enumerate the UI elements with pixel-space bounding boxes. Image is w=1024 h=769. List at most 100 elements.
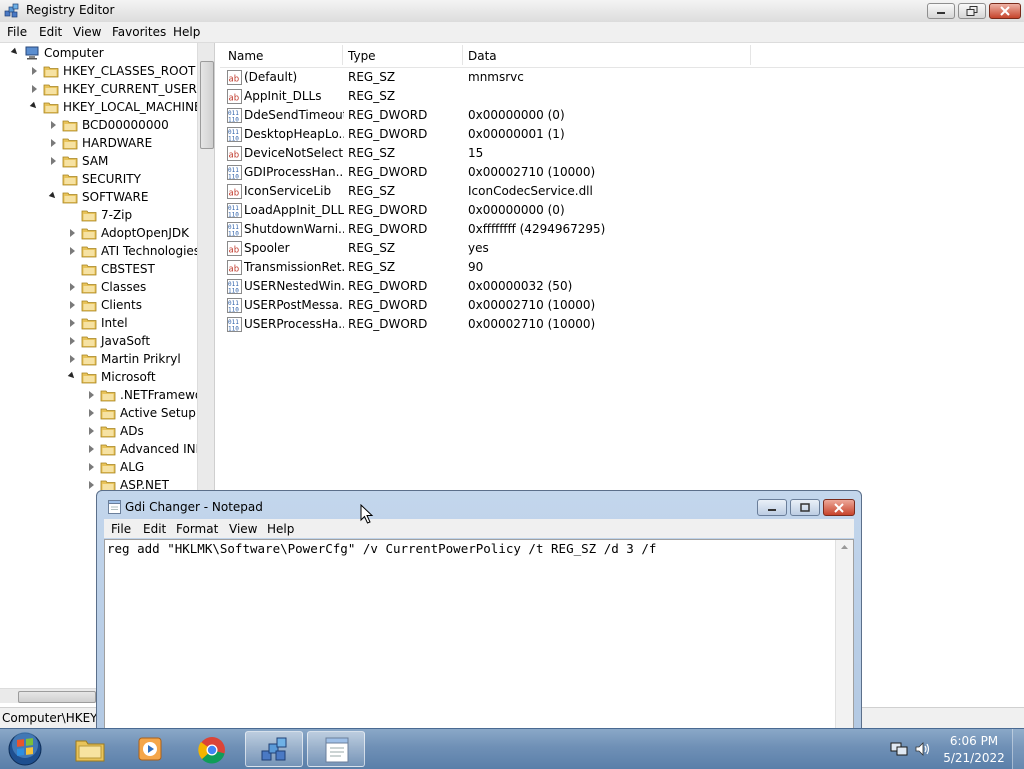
tree-item-label: SOFTWARE — [82, 190, 149, 204]
column-name[interactable]: Name — [228, 49, 263, 63]
column-type[interactable]: Type — [348, 49, 376, 63]
notepad-task-button[interactable] — [307, 731, 365, 767]
close-icon — [834, 503, 844, 513]
minimize-button[interactable] — [927, 3, 955, 19]
expanded-arrow-icon[interactable] — [48, 191, 58, 201]
editor-content[interactable]: reg add "HKLMK\Software\PowerCfg" /v Cur… — [107, 541, 656, 556]
clock-date[interactable]: 5/21/2022 — [942, 751, 1006, 765]
collapsed-arrow-icon[interactable] — [70, 247, 75, 255]
value-type: REG_DWORD — [348, 108, 428, 122]
collapsed-arrow-icon[interactable] — [70, 283, 75, 291]
network-icon[interactable] — [890, 741, 908, 757]
folder-icon — [100, 444, 116, 456]
column-data[interactable]: Data — [468, 49, 497, 63]
folder-icon — [81, 246, 97, 258]
collapsed-arrow-icon[interactable] — [70, 301, 75, 309]
menu-help[interactable]: Help — [173, 25, 200, 39]
collapsed-arrow-icon[interactable] — [89, 391, 94, 399]
svg-text:ab: ab — [229, 265, 240, 275]
menu-format[interactable]: Format — [176, 522, 218, 536]
notepad-icon — [325, 737, 349, 763]
collapsed-arrow-icon[interactable] — [89, 427, 94, 435]
text-editor[interactable]: reg add "HKLMK\Software\PowerCfg" /v Cur… — [104, 539, 854, 731]
close-button[interactable] — [989, 3, 1021, 19]
value-row[interactable]: ab TransmissionRet... REG_SZ 90 — [220, 258, 1024, 277]
collapsed-arrow-icon[interactable] — [51, 121, 56, 129]
regedit-task-button[interactable] — [245, 731, 303, 767]
collapsed-arrow-icon[interactable] — [70, 229, 75, 237]
expanded-arrow-icon[interactable] — [29, 101, 39, 111]
collapsed-arrow-icon[interactable] — [89, 481, 94, 489]
value-row[interactable]: ab AppInit_DLLs REG_SZ — [220, 87, 1024, 106]
value-type: REG_DWORD — [348, 222, 428, 236]
scrollbar-thumb[interactable] — [18, 691, 96, 703]
media-player-task-button[interactable] — [122, 731, 180, 767]
value-row[interactable]: ab IconServiceLib REG_SZ IconCodecService.d… — [220, 182, 1024, 201]
start-button[interactable] — [6, 731, 44, 767]
collapsed-arrow-icon[interactable] — [70, 337, 75, 345]
tree-item-label: Microsoft — [101, 370, 156, 384]
value-row[interactable]: ab (Default) REG_SZ mnmsrvc — [220, 68, 1024, 87]
registry-icon — [261, 737, 287, 761]
value-type: REG_DWORD — [348, 203, 428, 217]
menu-favorites[interactable]: Favorites — [112, 25, 166, 39]
tree-item-label: HKEY_CURRENT_USER — [63, 82, 197, 96]
editor-vertical-scrollbar[interactable] — [835, 540, 853, 730]
collapsed-arrow-icon[interactable] — [51, 157, 56, 165]
column-divider[interactable] — [750, 45, 751, 65]
value-row[interactable]: 011 110 LoadAppInit_DLLs REG_DWORD 0x0000000… — [220, 201, 1024, 220]
collapsed-arrow-icon[interactable] — [70, 319, 75, 327]
expanded-arrow-icon[interactable] — [10, 47, 20, 57]
scrollbar-thumb[interactable] — [200, 61, 214, 149]
value-row[interactable]: ab DeviceNotSelect... REG_SZ 15 — [220, 144, 1024, 163]
collapsed-arrow-icon[interactable] — [89, 463, 94, 471]
collapsed-arrow-icon[interactable] — [70, 355, 75, 363]
value-row[interactable]: 011 110 USERPostMessa... REG_DWORD 0x0000271… — [220, 296, 1024, 315]
tree-item-label: BCD00000000 — [82, 118, 169, 132]
value-row[interactable]: 011 110 DdeSendTimeout REG_DWORD 0x00000000 … — [220, 106, 1024, 125]
volume-icon[interactable] — [914, 741, 932, 757]
collapsed-arrow-icon[interactable] — [32, 67, 37, 75]
column-divider[interactable] — [342, 45, 343, 65]
menu-view[interactable]: View — [73, 25, 101, 39]
tree-item-label: 7-Zip — [101, 208, 133, 222]
window-title: Registry Editor — [26, 3, 115, 17]
menu-edit[interactable]: Edit — [39, 25, 62, 39]
collapsed-arrow-icon[interactable] — [32, 85, 37, 93]
collapsed-arrow-icon[interactable] — [89, 445, 94, 453]
menu-view[interactable]: View — [229, 522, 257, 536]
value-row[interactable]: ab Spooler REG_SZ yes — [220, 239, 1024, 258]
chrome-task-button[interactable] — [183, 731, 241, 767]
value-row[interactable]: 011 110 DesktopHeapLo... REG_DWORD 0x0000000… — [220, 125, 1024, 144]
value-row[interactable]: 011 110 USERNestedWin... REG_DWORD 0x0000003… — [220, 277, 1024, 296]
folder-icon — [43, 66, 59, 78]
menu-help[interactable]: Help — [267, 522, 294, 536]
clock-time[interactable]: 6:06 PM — [942, 734, 1006, 748]
collapsed-arrow-icon[interactable] — [89, 409, 94, 417]
menu-file[interactable]: File — [7, 25, 27, 39]
value-type: REG_SZ — [348, 70, 396, 84]
menu-file[interactable]: File — [111, 522, 131, 536]
computer-icon — [25, 46, 39, 60]
registry-editor-icon — [4, 3, 19, 18]
media-player-icon — [138, 737, 162, 761]
column-headers: Name Type Data — [220, 43, 1024, 68]
maximize-button[interactable] — [790, 499, 820, 516]
chrome-icon — [198, 737, 225, 764]
minimize-button[interactable] — [757, 499, 787, 516]
close-button[interactable] — [823, 499, 855, 516]
column-divider[interactable] — [462, 45, 463, 65]
restore-button[interactable] — [958, 3, 986, 19]
show-desktop-button[interactable] — [1012, 729, 1024, 769]
menu-edit[interactable]: Edit — [143, 522, 166, 536]
value-row[interactable]: 011 110 USERProcessHa... REG_DWORD 0x0000271… — [220, 315, 1024, 334]
collapsed-arrow-icon[interactable] — [51, 139, 56, 147]
title-bar[interactable]: Registry Editor — [0, 0, 1024, 23]
notepad-window[interactable]: Gdi Changer - Notepad File Edit Format V… — [96, 490, 862, 731]
folder-icon — [43, 102, 59, 114]
expanded-arrow-icon[interactable] — [67, 371, 77, 381]
scroll-up-icon[interactable] — [836, 540, 853, 554]
value-row[interactable]: 011 110 GDIProcessHan... REG_DWORD 0x0000271… — [220, 163, 1024, 182]
explorer-task-button[interactable] — [61, 731, 119, 767]
value-row[interactable]: 011 110 ShutdownWarni... REG_DWORD 0xfffffff… — [220, 220, 1024, 239]
